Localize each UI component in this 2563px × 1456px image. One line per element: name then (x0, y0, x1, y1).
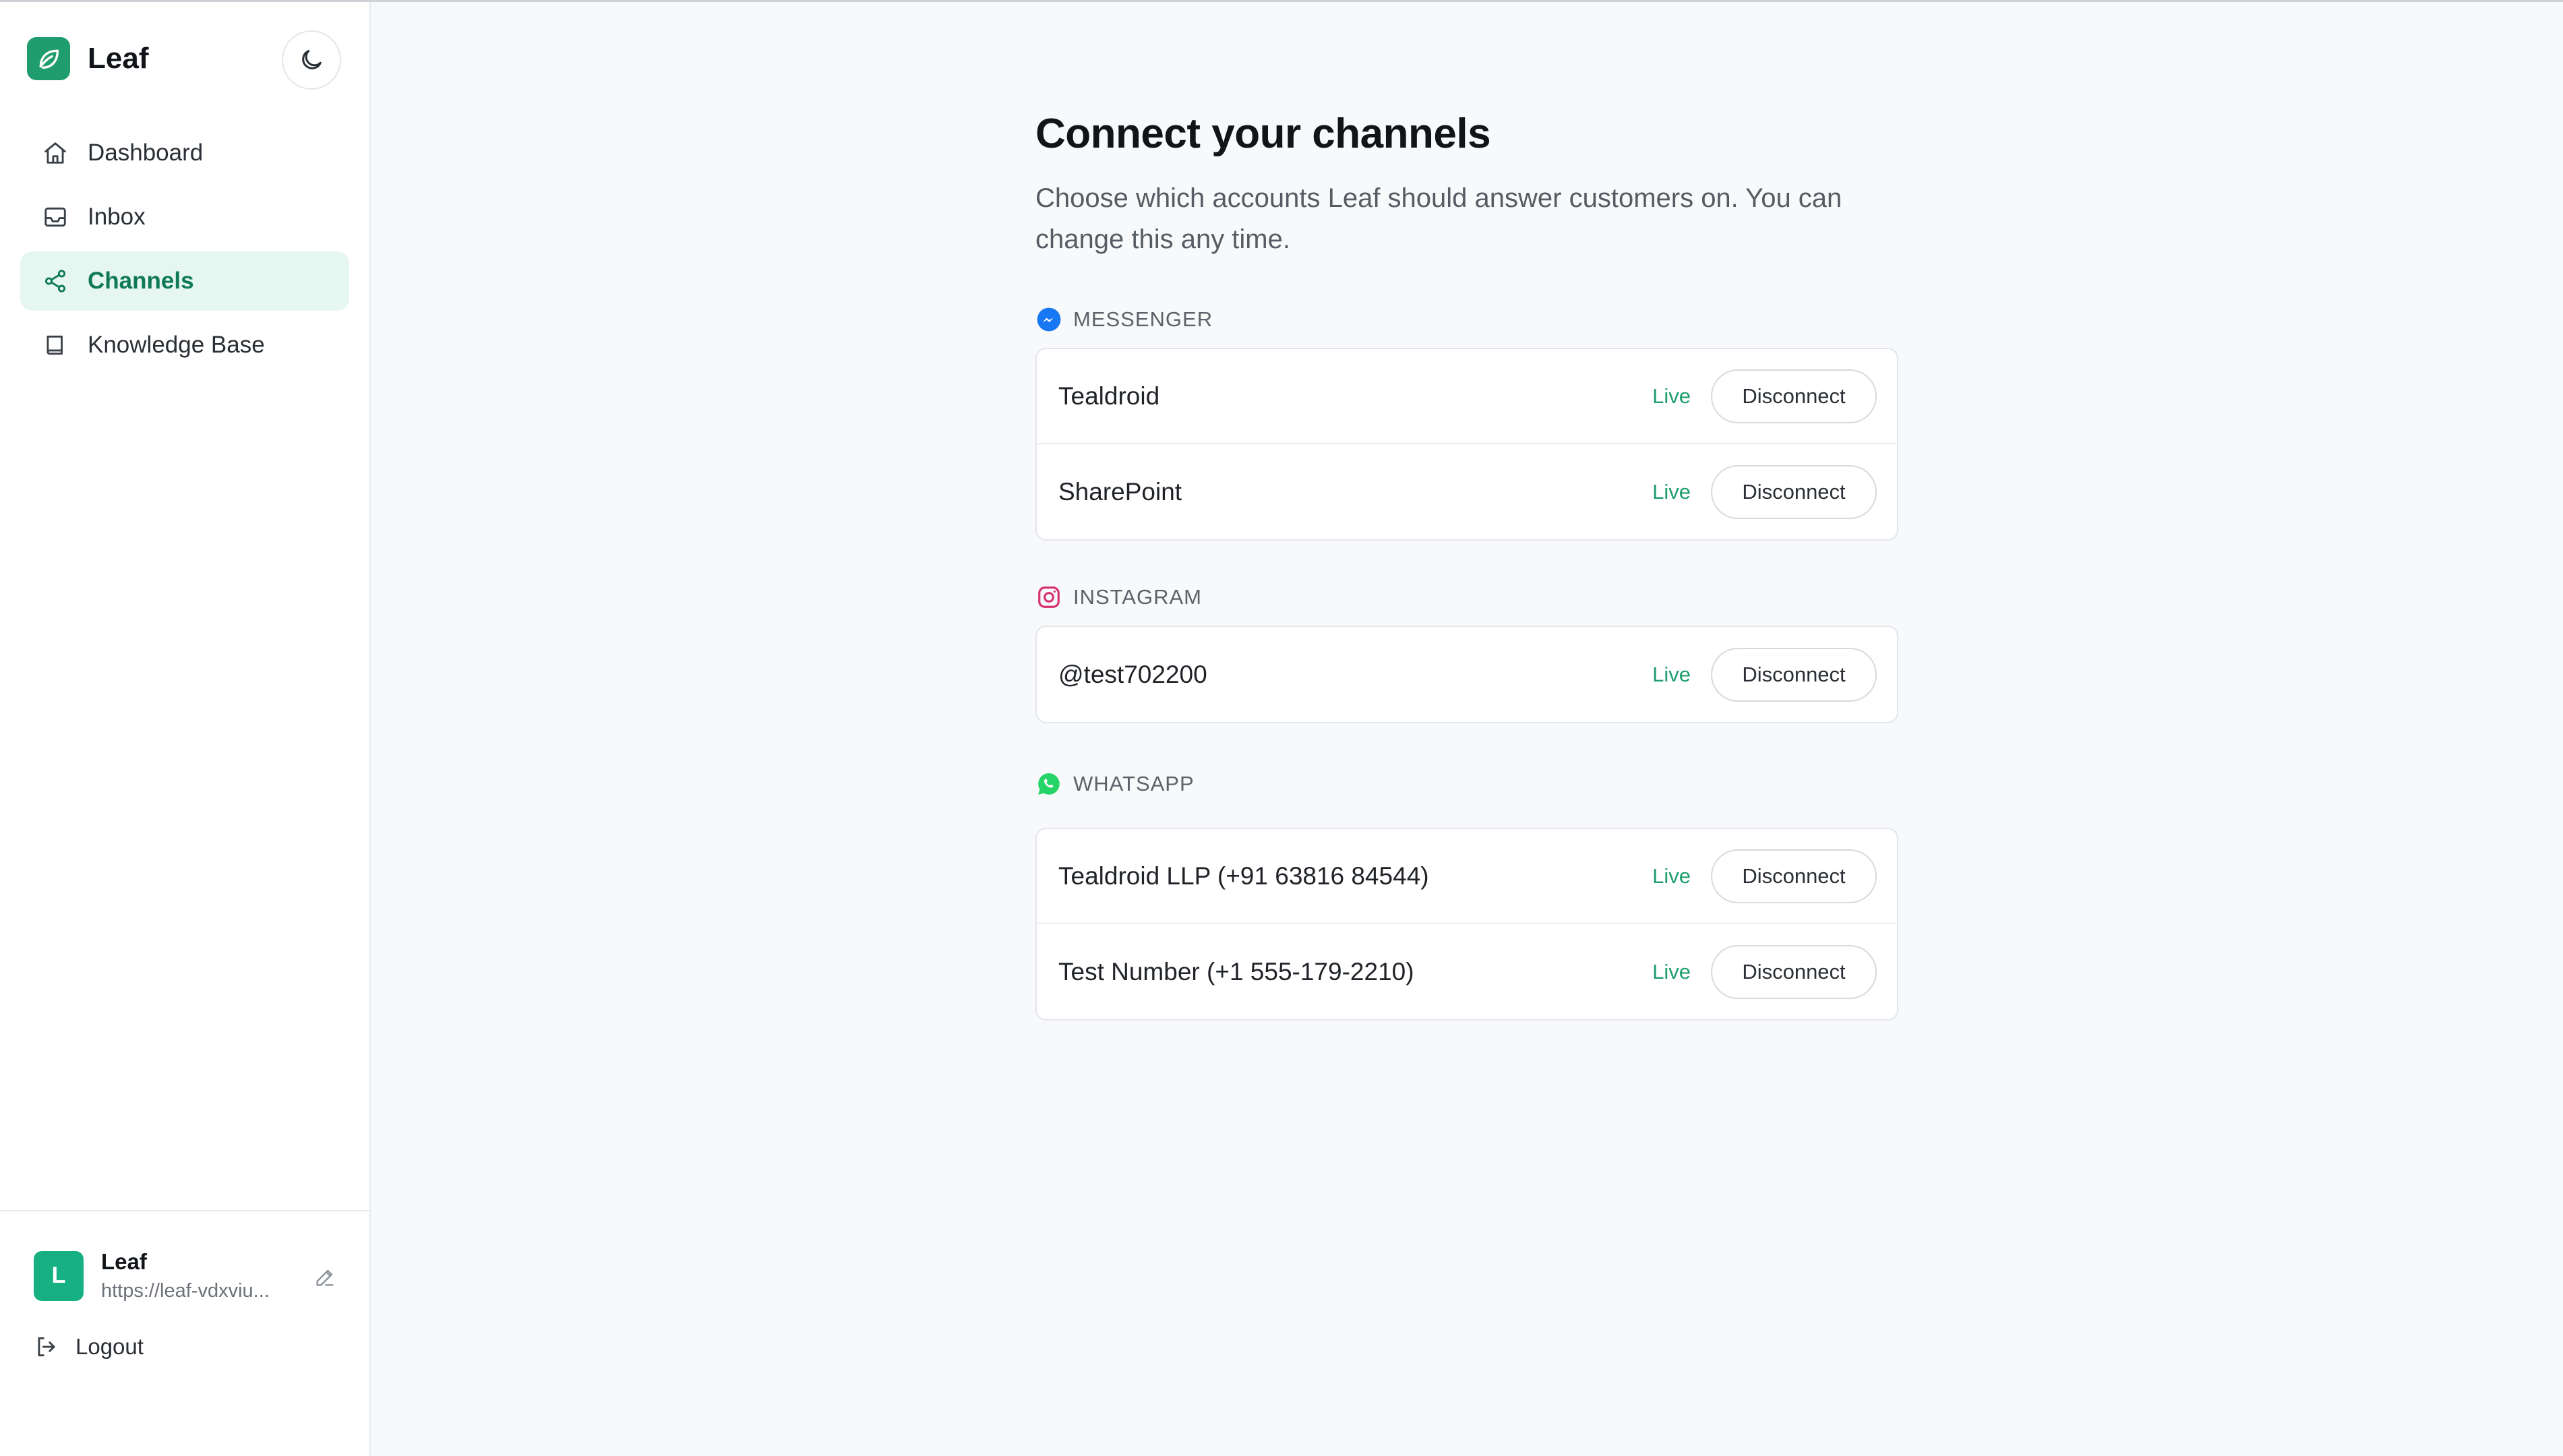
account-name: Leaf (101, 1249, 147, 1274)
disconnect-button[interactable]: Disconnect (1711, 849, 1877, 903)
section-title: MESSENGER (1073, 307, 1213, 331)
share-icon (40, 266, 70, 296)
logout-button[interactable]: Logout (34, 1334, 144, 1360)
inbox-icon (40, 202, 70, 232)
page-title: Connect your channels (1035, 111, 1491, 157)
theme-toggle-button[interactable] (282, 30, 341, 90)
main-content: Connect your channels Choose which accou… (1035, 110, 1898, 1021)
disconnect-button[interactable]: Disconnect (1711, 464, 1877, 519)
section-header: INSTAGRAM (1035, 584, 1898, 611)
logout-label: Logout (76, 1334, 144, 1359)
sidebar-footer: L Leaf https://leaf-vdxviu... Logout (0, 1210, 369, 1456)
sidebar-item-label: Knowledge Base (88, 332, 265, 358)
section-whatsapp: WHATSAPP Tealdroid LLP (+91 63816 84544)… (1035, 770, 1898, 1021)
account-details: Leaf https://leaf-vdxviu... (101, 1249, 297, 1302)
brand-name: Leaf (88, 42, 149, 75)
section-title: INSTAGRAM (1073, 585, 1202, 609)
channel-name: Test Number (+1 555-179-2210) (1058, 957, 1414, 985)
pencil-icon (316, 1269, 334, 1286)
sidebar-item-knowledge-base[interactable]: Knowledge Base (20, 315, 349, 375)
sidebar-item-inbox[interactable]: Inbox (20, 187, 349, 247)
avatar: L (34, 1250, 84, 1301)
channel-row: @test702200 Live Disconnect (1037, 627, 1897, 722)
sidebar-nav: Dashboard Inbox Channels Knowledge Base (20, 123, 349, 380)
sidebar-item-label: Channels (88, 268, 194, 294)
disconnect-button[interactable]: Disconnect (1711, 944, 1877, 999)
status-badge: Live (1652, 662, 1691, 686)
page-subtitle: Choose which accounts Leaf should answer… (1035, 183, 1842, 254)
section-header: WHATSAPP (1035, 770, 1898, 797)
app-window: Leaf Dashboard Inbox Channels Knowledge … (0, 0, 2563, 1456)
channel-row: SharePoint Live Disconnect (1037, 444, 1897, 539)
status-badge: Live (1652, 384, 1691, 408)
book-icon (40, 330, 70, 360)
logout-icon (38, 1337, 55, 1357)
sidebar-item-label: Inbox (88, 204, 146, 230)
sidebar-item-channels[interactable]: Channels (20, 251, 349, 311)
channel-row: Tealdroid Live Disconnect (1037, 349, 1897, 444)
channel-name: @test702200 (1058, 660, 1207, 688)
channel-card: Tealdroid Live Disconnect SharePoint Liv… (1035, 348, 1898, 541)
sidebar-item-dashboard[interactable]: Dashboard (20, 123, 349, 183)
sidebar: Leaf Dashboard Inbox Channels Knowledge … (0, 2, 371, 1456)
brand[interactable]: Leaf (27, 37, 148, 80)
sidebar-item-label: Dashboard (88, 140, 204, 166)
section-messenger: MESSENGER Tealdroid Live Disconnect Shar… (1035, 306, 1898, 541)
status-badge: Live (1652, 959, 1691, 983)
section-instagram: INSTAGRAM @test702200 Live Disconnect (1035, 584, 1898, 723)
account-url: https://leaf-vdxviu... (101, 1280, 270, 1302)
channel-name: Tealdroid LLP (+91 63816 84544) (1058, 861, 1429, 890)
disconnect-button[interactable]: Disconnect (1711, 647, 1877, 702)
channel-card: @test702200 Live Disconnect (1035, 626, 1898, 723)
section-title: WHATSAPP (1073, 772, 1195, 795)
disconnect-button[interactable]: Disconnect (1711, 369, 1877, 423)
channel-name: SharePoint (1058, 477, 1182, 506)
status-badge: Live (1652, 863, 1691, 888)
channel-name: Tealdroid (1058, 382, 1160, 410)
instagram-icon (1035, 584, 1062, 611)
whatsapp-icon (1035, 770, 1062, 797)
channel-row: Tealdroid LLP (+91 63816 84544) Live Dis… (1037, 829, 1897, 924)
account-card[interactable]: L Leaf https://leaf-vdxviu... (34, 1249, 297, 1302)
home-icon (40, 138, 70, 168)
section-header: MESSENGER (1035, 306, 1898, 333)
status-badge: Live (1652, 479, 1691, 504)
messenger-icon (1035, 306, 1062, 333)
edit-account-button[interactable] (310, 1263, 340, 1292)
moon-icon (302, 50, 322, 69)
channel-row: Test Number (+1 555-179-2210) Live Disco… (1037, 924, 1897, 1019)
channel-card: Tealdroid LLP (+91 63816 84544) Live Dis… (1035, 828, 1898, 1021)
leaf-logo-icon (27, 37, 70, 80)
